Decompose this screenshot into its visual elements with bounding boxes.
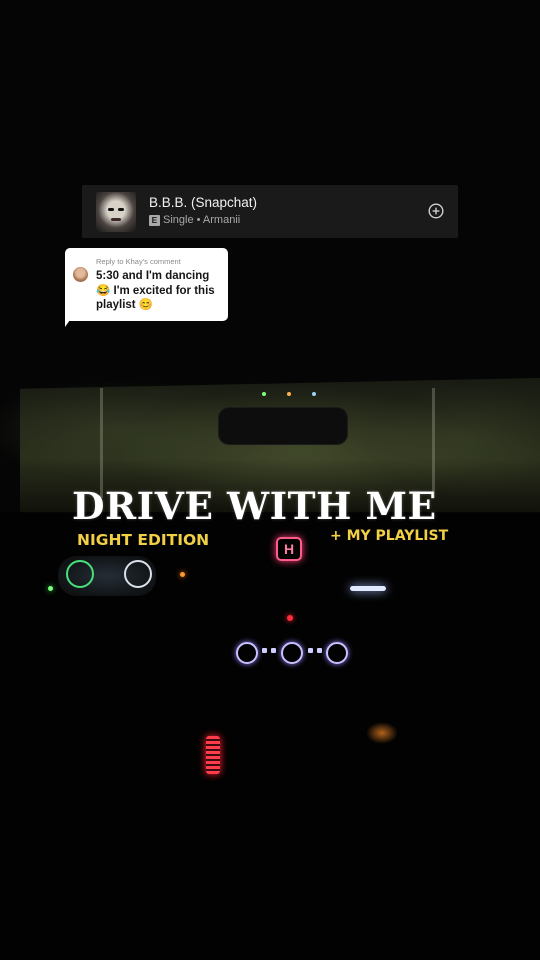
honda-logo: H (276, 537, 302, 561)
rearview-mirror (219, 408, 347, 444)
plus-circle-icon[interactable] (428, 203, 444, 219)
hvac-button (317, 648, 322, 653)
song-meta: E Single • Armanii (149, 214, 240, 226)
hvac-knob (236, 642, 258, 664)
hvac-button (262, 648, 267, 653)
avatar (73, 267, 88, 282)
hvac-button (271, 648, 276, 653)
indicator-light (48, 586, 53, 591)
console-light (206, 736, 220, 774)
song-card[interactable]: B.B.B. (Snapchat) E Single • Armanii (82, 185, 458, 238)
fence-post (100, 388, 103, 498)
subtitle-playlist: + MY PLAYLIST (330, 528, 449, 544)
rpm-gauge (124, 560, 152, 588)
hvac-button (308, 648, 313, 653)
dome-light (287, 392, 291, 396)
hvac-knob (281, 642, 303, 664)
cabin-light (350, 586, 386, 591)
hvac-knob (326, 642, 348, 664)
subtitle-night-edition: NIGHT EDITION (77, 531, 210, 549)
reply-label: Reply to Khay's comment (96, 257, 181, 266)
headline: DRIVE WITH ME (72, 484, 437, 528)
explicit-badge: E (149, 214, 160, 226)
comment-text: 5:30 and I'm dancing 😂 I'm excited for t… (96, 270, 215, 311)
song-title: B.B.B. (Snapchat) (149, 195, 258, 210)
dome-light (262, 392, 266, 396)
hazard-light (287, 615, 293, 621)
dome-light (312, 392, 316, 396)
console-glow (366, 722, 398, 744)
album-art (96, 192, 136, 232)
reply-comment-sticker[interactable]: Reply to Khay's comment 5:30 and I'm dan… (65, 248, 228, 321)
song-subtitle: Single • Armanii (163, 214, 241, 226)
indicator-light (180, 572, 185, 577)
video-frame: H (0, 0, 540, 960)
fence-post (432, 388, 435, 498)
speed-gauge (66, 560, 94, 588)
